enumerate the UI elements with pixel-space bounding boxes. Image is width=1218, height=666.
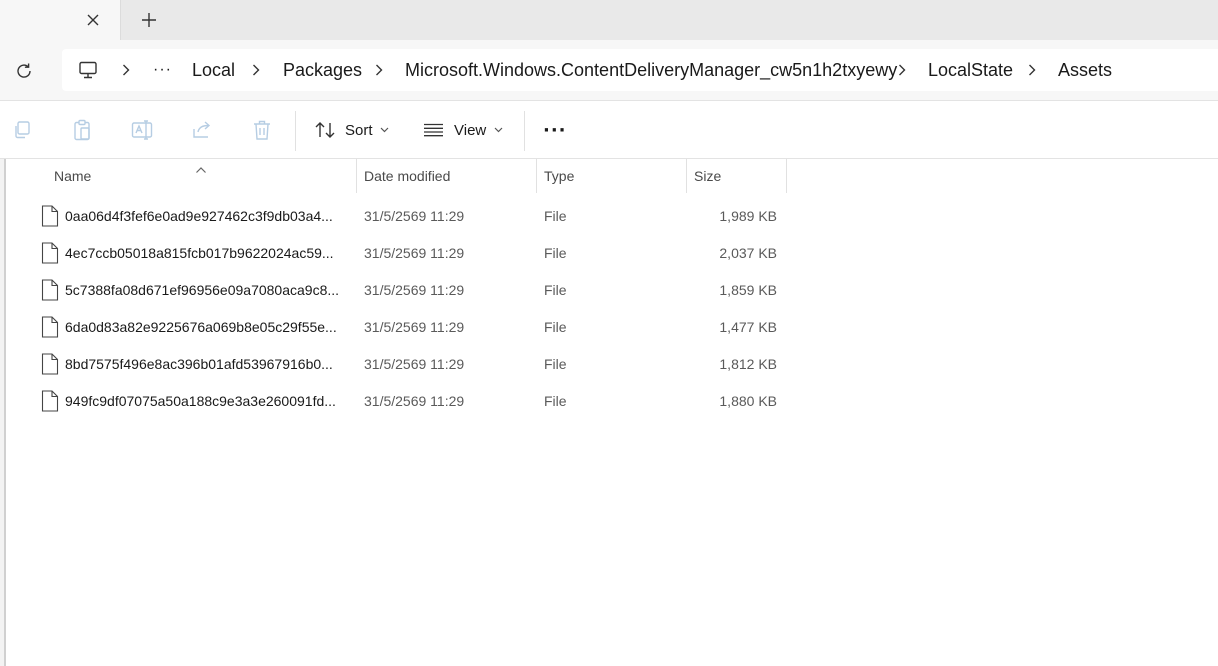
column-header-date-modified[interactable]: Date modified [364, 159, 450, 193]
file-size: 1,880 KB [719, 392, 777, 409]
file-type: File [544, 207, 567, 224]
rename-icon[interactable] [130, 118, 154, 142]
sort-icon [314, 121, 336, 139]
file-icon [41, 242, 59, 264]
chevron-right-icon[interactable] [248, 49, 264, 91]
column-divider[interactable] [686, 159, 687, 193]
file-name: 4ec7ccb05018a815fcb017b9622024ac59... [65, 244, 334, 261]
sort-button[interactable]: Sort [314, 113, 389, 147]
file-name: 0aa06d4f3fef6e0ad9e927462c3f9db03a4... [65, 207, 333, 224]
file-size: 1,859 KB [719, 281, 777, 298]
more-options-button[interactable]: ··· [543, 113, 567, 147]
column-divider[interactable] [786, 159, 787, 193]
chevron-right-icon[interactable] [1024, 49, 1040, 91]
tab-strip [0, 0, 1218, 40]
file-icon [41, 279, 59, 301]
breadcrumb-item-assets[interactable]: Assets [1058, 49, 1112, 91]
command-bar: Sort View ··· [0, 101, 1218, 159]
computer-icon[interactable] [78, 49, 98, 91]
sort-label: Sort [345, 121, 373, 139]
plus-icon[interactable] [137, 8, 161, 32]
breadcrumb-item-localstate[interactable]: LocalState [928, 49, 1013, 91]
chevron-down-icon [494, 127, 503, 133]
file-row[interactable]: 8bd7575f496e8ac396b01afd53967916b0... 31… [0, 345, 800, 382]
toolbar-divider [295, 111, 296, 151]
file-icon [41, 390, 59, 412]
file-icon [41, 205, 59, 227]
navigation-bar: ··· Local Packages Microsoft.Windows.Con… [0, 40, 1218, 101]
column-header-name[interactable]: Name [54, 159, 91, 193]
breadcrumb-item-local[interactable]: Local [192, 49, 235, 91]
column-headers: Name Date modified Type Size [0, 159, 1218, 193]
share-icon[interactable] [190, 118, 214, 142]
file-size: 2,037 KB [719, 244, 777, 261]
file-icon [41, 316, 59, 338]
file-size: 1,989 KB [719, 207, 777, 224]
file-row[interactable]: 5c7388fa08d671ef96956e09a7080aca9c8... 3… [0, 271, 800, 308]
file-row[interactable]: 6da0d83a82e9225676a069b8e05c29f55e... 31… [0, 308, 800, 345]
column-header-size[interactable]: Size [694, 159, 721, 193]
view-label: View [454, 121, 487, 139]
file-row[interactable]: 949fc9df07075a50a188c9e3a3e260091fd... 3… [0, 382, 800, 419]
view-icon [423, 123, 444, 137]
file-type: File [544, 392, 567, 409]
column-header-type[interactable]: Type [544, 159, 574, 193]
refresh-icon[interactable] [11, 58, 37, 84]
file-date-modified: 31/5/2569 11:29 [364, 244, 465, 261]
chevron-right-icon[interactable] [894, 49, 910, 91]
column-divider[interactable] [356, 159, 357, 193]
paste-icon[interactable] [70, 118, 94, 142]
file-type: File [544, 318, 567, 335]
column-divider[interactable] [536, 159, 537, 193]
file-type: File [544, 244, 567, 261]
file-name: 949fc9df07075a50a188c9e3a3e260091fd... [65, 392, 336, 409]
file-name: 6da0d83a82e9225676a069b8e05c29f55e... [65, 318, 337, 335]
breadcrumb-overflow[interactable]: ··· [153, 49, 172, 91]
tab-active[interactable] [0, 0, 121, 40]
file-type: File [544, 281, 567, 298]
chevron-down-icon [380, 127, 389, 133]
breadcrumb-item-packages[interactable]: Packages [283, 49, 362, 91]
file-row[interactable]: 4ec7ccb05018a815fcb017b9622024ac59... 31… [0, 234, 800, 271]
sort-ascending-icon [195, 159, 207, 173]
toolbar-divider [524, 111, 525, 151]
file-size: 1,477 KB [719, 318, 777, 335]
file-icon [41, 353, 59, 375]
file-size: 1,812 KB [719, 355, 777, 372]
chevron-right-icon[interactable] [118, 49, 134, 91]
file-row[interactable]: 0aa06d4f3fef6e0ad9e927462c3f9db03a4... 3… [0, 197, 800, 234]
breadcrumb[interactable]: ··· Local Packages Microsoft.Windows.Con… [62, 49, 1218, 91]
chevron-right-icon[interactable] [371, 49, 387, 91]
file-type: File [544, 355, 567, 372]
breadcrumb-item-contentdeliverymanager[interactable]: Microsoft.Windows.ContentDeliveryManager… [405, 49, 897, 91]
file-name: 5c7388fa08d671ef96956e09a7080aca9c8... [65, 281, 340, 298]
file-name: 8bd7575f496e8ac396b01afd53967916b0... [65, 355, 333, 372]
delete-icon[interactable] [250, 118, 274, 142]
file-date-modified: 31/5/2569 11:29 [364, 207, 465, 224]
copy-icon[interactable] [10, 118, 34, 142]
file-date-modified: 31/5/2569 11:29 [364, 392, 465, 409]
file-date-modified: 31/5/2569 11:29 [364, 355, 465, 372]
file-date-modified: 31/5/2569 11:29 [364, 281, 465, 298]
file-date-modified: 31/5/2569 11:29 [364, 318, 465, 335]
view-button[interactable]: View [423, 113, 503, 147]
close-icon[interactable] [81, 8, 105, 32]
